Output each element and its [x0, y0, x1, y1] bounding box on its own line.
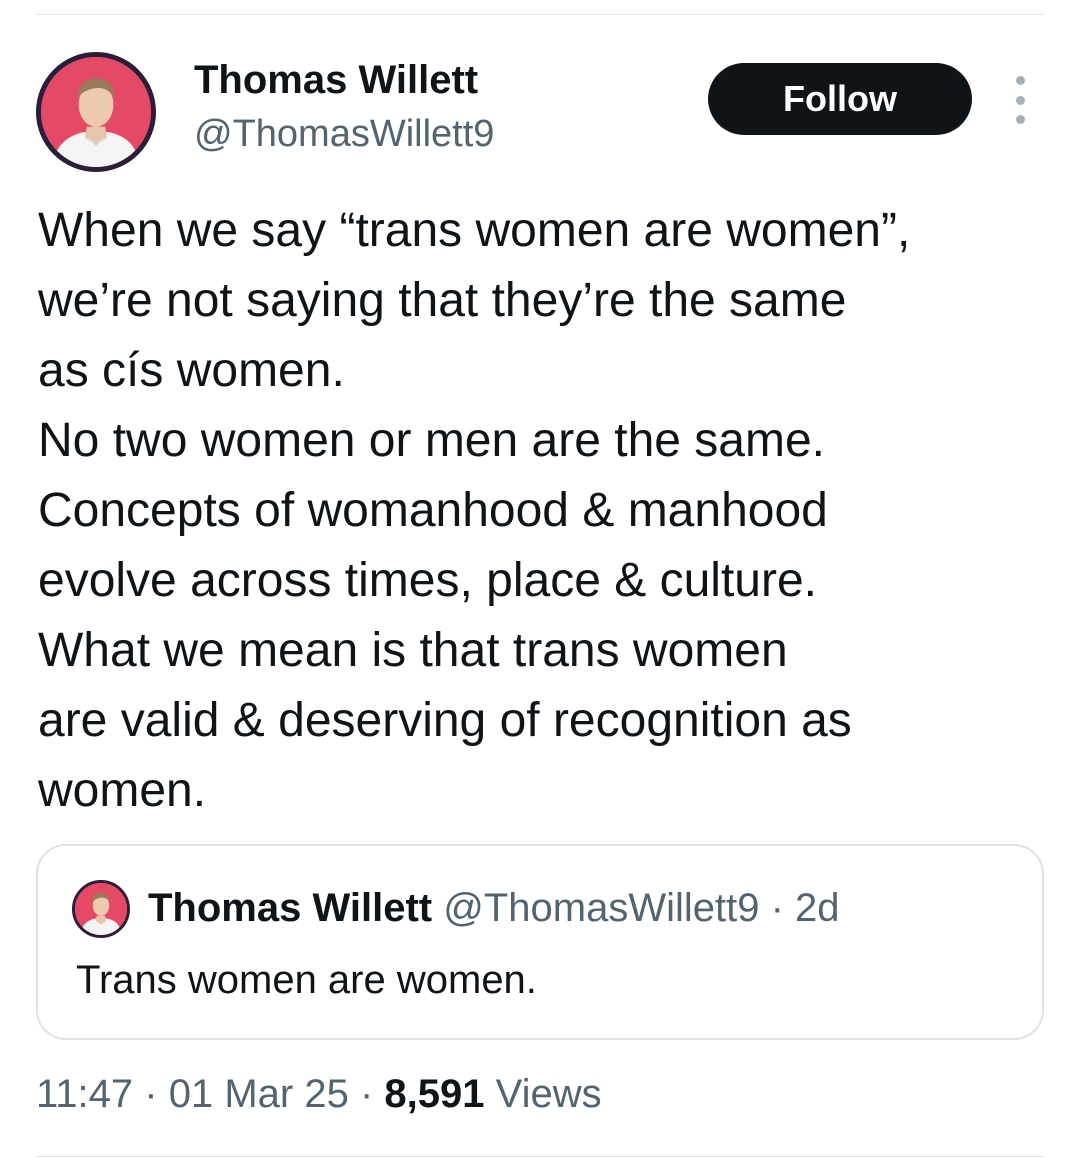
more-dot	[1015, 76, 1025, 85]
tweet-text: When we say “trans women are women”, we’…	[38, 204, 911, 817]
quoted-separator: ·	[770, 886, 784, 930]
quoted-tweet-card[interactable]: Thomas Willett @ThomasWillett9 · 2d Tran…	[36, 844, 1044, 1040]
more-vertical-icon[interactable]	[1002, 76, 1038, 124]
more-dot	[1015, 95, 1025, 105]
top-divider	[36, 14, 1044, 15]
tweet-date[interactable]: 01 Mar 25	[169, 1072, 349, 1116]
views-count: 8,591	[384, 1072, 485, 1116]
views-label: Views	[495, 1072, 602, 1116]
quoted-tweet-text: Trans women are women.	[76, 958, 537, 1002]
quoted-author-handle[interactable]: @ThomasWillett9	[443, 886, 759, 930]
more-dot	[1015, 115, 1025, 124]
quoted-author-avatar[interactable]	[72, 880, 130, 938]
avatar-image	[75, 883, 127, 935]
quoted-author-name[interactable]: Thomas Willett	[148, 886, 432, 930]
follow-button[interactable]: Follow	[708, 63, 972, 135]
quoted-tweet-header: Thomas Willett @ThomasWillett9 · 2d	[148, 882, 840, 934]
tweet-time[interactable]: 11:47	[36, 1072, 133, 1116]
meta-separator: ·	[359, 1072, 374, 1116]
meta-separator: ·	[144, 1072, 158, 1116]
author-name[interactable]: Thomas Willett	[194, 54, 478, 106]
tweet-meta: 11:47 · 01 Mar 25 · 8,591 Views	[36, 1066, 602, 1122]
avatar-image	[41, 57, 151, 167]
author-handle[interactable]: @ThomasWillett9	[194, 108, 494, 160]
author-avatar[interactable]	[36, 52, 156, 172]
quoted-tweet-age[interactable]: 2d	[795, 886, 840, 930]
bottom-divider	[36, 1156, 1044, 1157]
